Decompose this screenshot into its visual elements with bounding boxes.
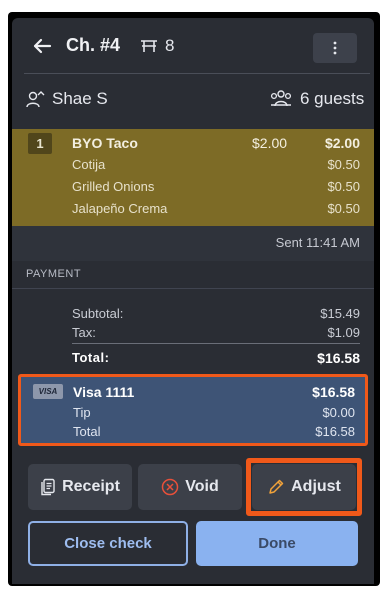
payment-divider (12, 288, 374, 289)
sent-row: Sent 11:41 AM (12, 226, 374, 261)
card-total-value: $16.58 (315, 424, 355, 439)
tax-label: Tax: (72, 325, 96, 340)
check-screen: Ch. #4 8 Shae S 6 guests 1 BYO Taco $2.0… (12, 18, 374, 584)
void-button[interactable]: Void (138, 464, 242, 510)
void-label: Void (185, 478, 219, 495)
payment-section-label: PAYMENT (26, 268, 82, 280)
sent-timestamp: Sent 11:41 AM (275, 235, 360, 250)
table-icon (141, 40, 157, 52)
guests-count: 6 guests (300, 89, 365, 108)
card-payment-row[interactable]: VISA Visa 1111 $16.58 Tip $0.00 Total $1… (18, 374, 368, 446)
done-button[interactable]: Done (196, 521, 358, 566)
tax-value: $1.09 (327, 325, 360, 340)
server-row: Shae S 6 guests (12, 78, 374, 122)
summary-divider (72, 343, 360, 344)
more-options-button[interactable] (313, 33, 357, 63)
guests-icon (270, 90, 292, 107)
visa-card-icon: VISA (33, 384, 63, 399)
server-name: Shae S (52, 89, 108, 108)
item-name: BYO Taco (72, 135, 138, 151)
tip-value: $0.00 (322, 405, 355, 420)
check-title: Ch. #4 (66, 35, 121, 55)
void-icon (162, 478, 179, 496)
more-vertical-icon (333, 41, 337, 55)
item-price: $2.00 (252, 135, 288, 151)
item-quantity: 1 (28, 133, 52, 154)
subtotal-label: Subtotal: (72, 306, 124, 321)
modifier-name: Jalapeño Crema (72, 201, 168, 216)
check-header: Ch. #4 8 (12, 18, 374, 74)
back-arrow-icon[interactable] (32, 38, 52, 54)
subtotal-value: $15.49 (320, 306, 360, 321)
modifier-price: $0.50 (327, 157, 360, 172)
pencil-icon (269, 479, 284, 494)
card-amount: $16.58 (312, 384, 355, 400)
receipt-button[interactable]: Receipt (28, 464, 132, 510)
modifier-price: $0.50 (327, 201, 360, 216)
order-item[interactable]: 1 BYO Taco $2.00 $2.00 Cotija $0.50 Gril… (12, 129, 374, 226)
card-total-label: Total (73, 424, 101, 439)
modifier-name: Grilled Onions (72, 179, 155, 194)
adjust-label: Adjust (291, 478, 341, 495)
receipt-icon (41, 478, 55, 496)
modifier-price: $0.50 (327, 179, 360, 194)
adjust-button[interactable]: Adjust (252, 464, 356, 510)
close-check-button[interactable]: Close check (28, 521, 188, 566)
tip-label: Tip (73, 405, 91, 420)
table-number: 8 (165, 36, 175, 55)
item-total: $2.00 (324, 135, 360, 151)
total-label: Total: (72, 350, 110, 365)
header-divider (24, 73, 370, 74)
server-icon (26, 91, 45, 108)
receipt-label: Receipt (62, 478, 120, 495)
card-name: Visa 1111 (73, 384, 135, 400)
total-value: $16.58 (317, 350, 360, 366)
modifier-name: Cotija (72, 157, 106, 172)
